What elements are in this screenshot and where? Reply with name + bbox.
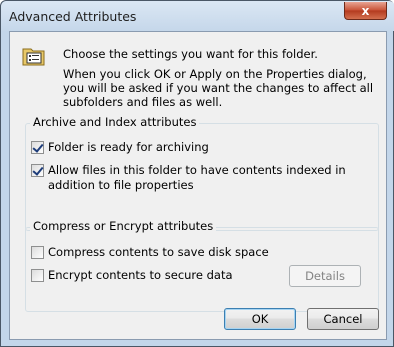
title-bar[interactable]: Advanced Attributes x <box>1 1 394 31</box>
cancel-button[interactable]: Cancel <box>307 308 379 330</box>
intro-text: Choose the settings you want for this fo… <box>63 47 318 61</box>
archive-ready-option[interactable]: Folder is ready for archiving <box>31 140 209 154</box>
details-button[interactable]: Details <box>289 265 361 287</box>
encrypt-checkbox[interactable] <box>31 269 44 282</box>
intro-note: When you click OK or Apply on the Proper… <box>63 67 374 109</box>
ok-button[interactable]: OK <box>224 308 296 330</box>
dialog-window: Advanced Attributes x Choose the setting… <box>0 0 394 347</box>
encrypt-option[interactable]: Encrypt contents to secure data <box>31 268 233 282</box>
close-icon: x <box>361 3 370 18</box>
archive-index-group: Archive and Index attributes Folder is r… <box>25 115 379 231</box>
compress-label: Compress contents to save disk space <box>48 245 269 259</box>
compress-group-label: Compress or Encrypt attributes <box>30 219 217 233</box>
allow-indexing-option[interactable]: Allow files in this folder to have conte… <box>31 163 366 193</box>
encrypt-label: Encrypt contents to secure data <box>48 268 233 282</box>
archive-ready-checkbox[interactable] <box>31 141 44 154</box>
close-button[interactable]: x <box>344 2 387 20</box>
dialog-body: Choose the settings you want for this fo… <box>9 31 387 340</box>
folder-properties-icon <box>22 48 45 66</box>
allow-indexing-label: Allow files in this folder to have conte… <box>48 163 346 192</box>
window-title: Advanced Attributes <box>9 9 137 24</box>
allow-indexing-checkbox[interactable] <box>31 164 44 177</box>
compress-checkbox[interactable] <box>31 246 44 259</box>
archive-ready-label: Folder is ready for archiving <box>48 140 209 154</box>
compress-encrypt-group: Compress or Encrypt attributes Compress … <box>25 219 379 312</box>
archive-group-label: Archive and Index attributes <box>30 115 200 129</box>
compress-option[interactable]: Compress contents to save disk space <box>31 245 269 259</box>
